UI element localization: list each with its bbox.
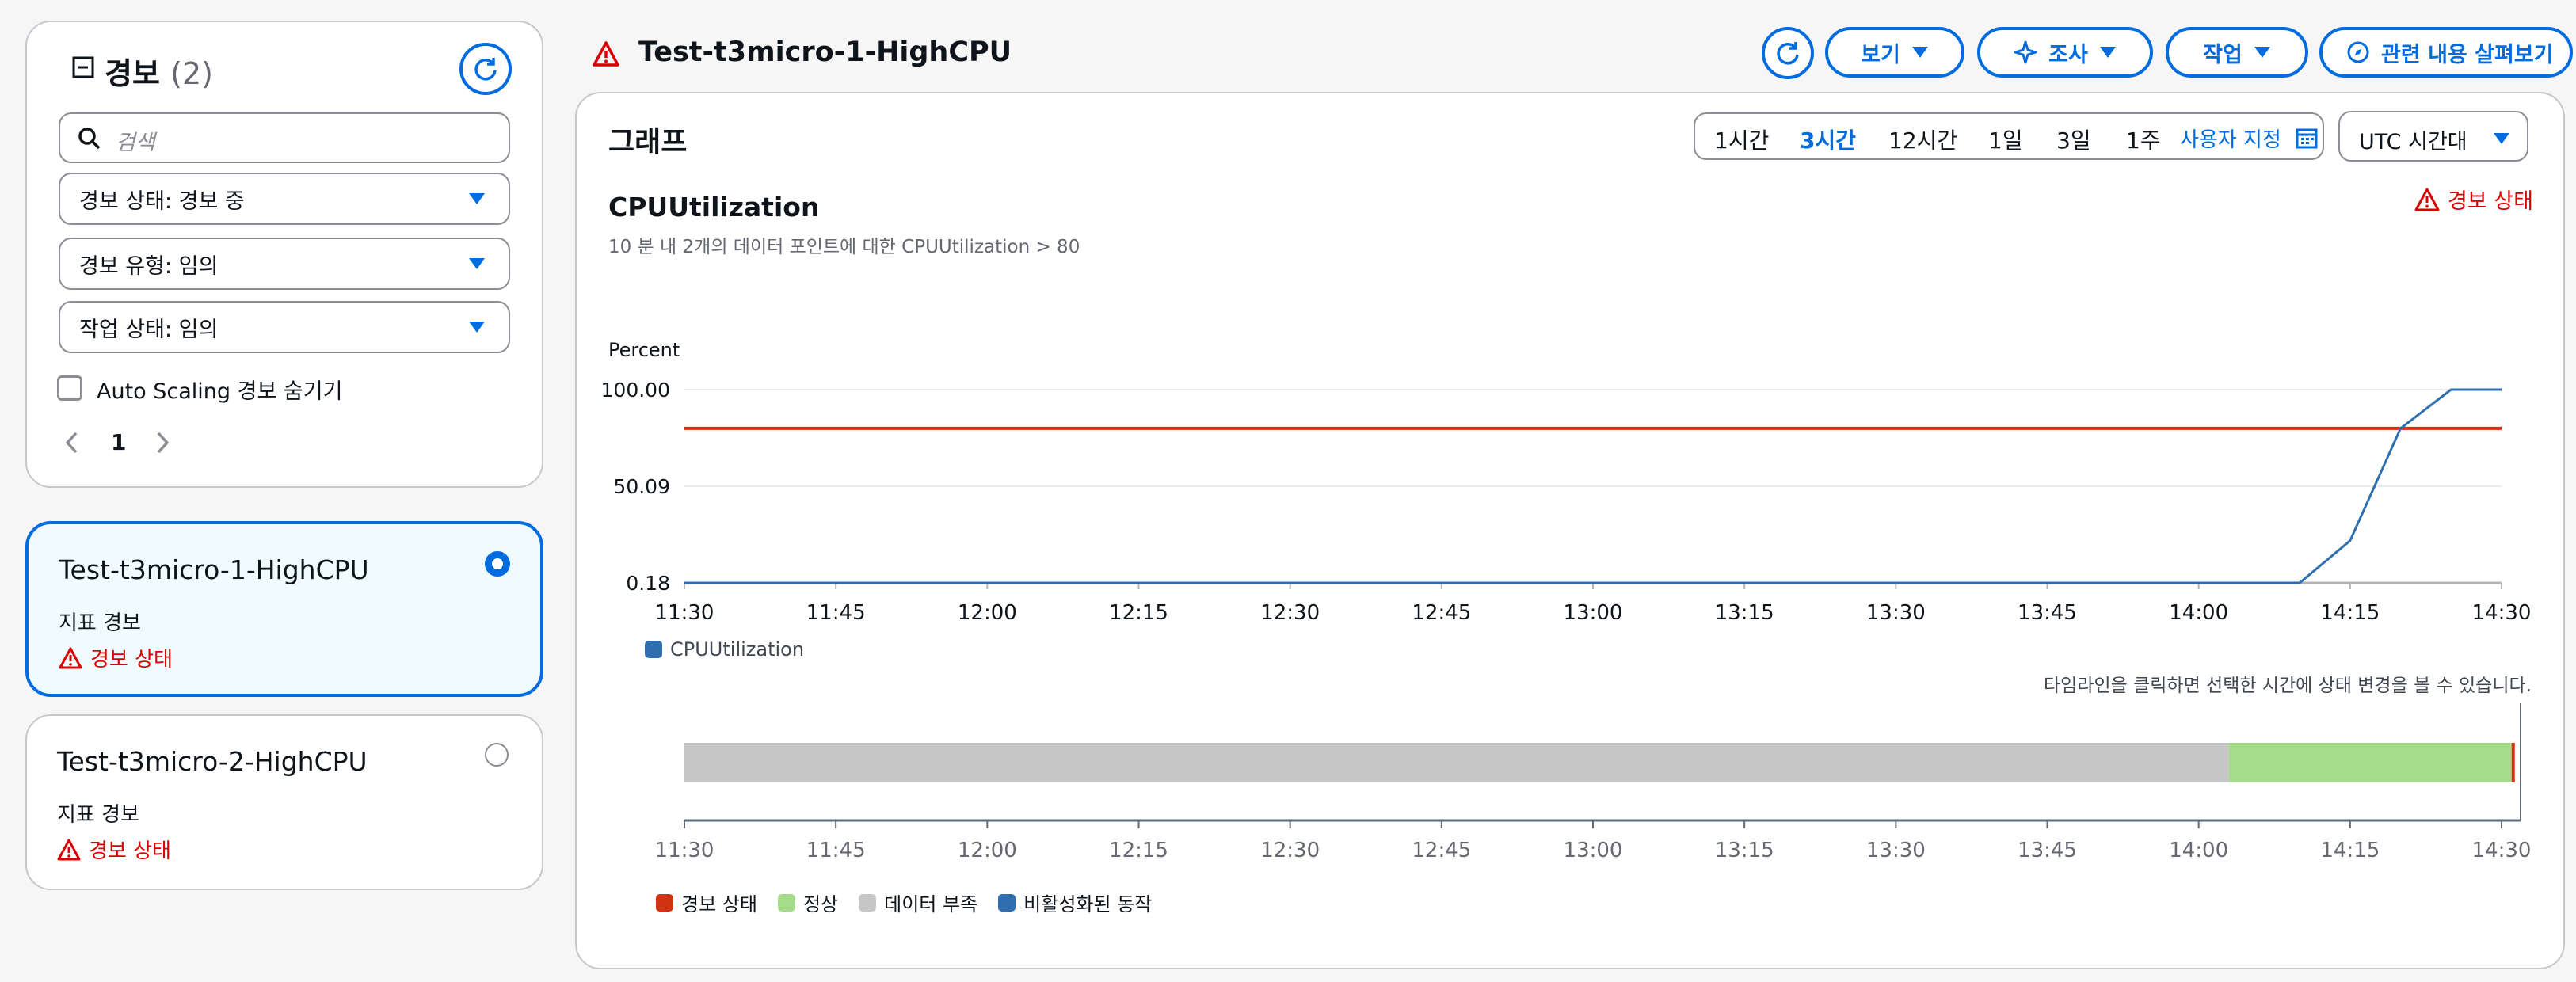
x-tick-label: 13:30	[1866, 601, 1926, 625]
timeline-legend: 경보 상태 정상 데이터 부족 비활성화된 동작	[656, 889, 1152, 916]
x-tick-label: 12:45	[1412, 601, 1471, 625]
timeline-tick-label: 14:15	[2320, 839, 2380, 862]
legend-swatch	[656, 893, 673, 912]
x-tick-label: 13:45	[2018, 601, 2077, 625]
chart-legend[interactable]: CPUUtilization	[645, 638, 804, 660]
timeline-tick-label: 12:45	[1412, 839, 1471, 862]
timeline-tick-label: 12:00	[958, 839, 1017, 862]
x-tick-label: 12:30	[1260, 601, 1320, 625]
cpu-line-chart[interactable]: 11:30 11:45 12:00 12:15 12:30 12:45 13:00 13:15…	[0, 0, 2576, 649]
x-tick-label: 14:00	[2169, 601, 2228, 625]
x-tick-label: 11:30	[655, 601, 714, 625]
x-tick-label: 11:45	[806, 601, 866, 625]
legend-item-disabled[interactable]: 비활성화된 동작	[998, 889, 1152, 916]
timeline-tick-label: 13:15	[1715, 839, 1774, 862]
timeline-tick-label: 12:15	[1109, 839, 1168, 862]
timeline-tick-label: 13:30	[1866, 839, 1926, 862]
x-tick-label: 13:00	[1564, 601, 1623, 625]
timeline-tick-label: 12:30	[1260, 839, 1320, 862]
x-tick-label: 12:00	[958, 601, 1017, 625]
legend-swatch	[645, 641, 662, 658]
legend-item-alarm[interactable]: 경보 상태	[656, 889, 757, 916]
x-tick-label: 12:15	[1109, 601, 1168, 625]
warning-icon	[59, 647, 82, 668]
legend-swatch	[777, 893, 795, 912]
x-tick-label: 14:15	[2320, 601, 2380, 625]
timeline-tick-label: 11:30	[655, 839, 714, 862]
legend-swatch	[859, 893, 877, 912]
timeline-segment	[2228, 743, 2512, 782]
state-timeline[interactable]: 11:30 11:45 12:00 12:15 12:30 12:45 13:00 13:15…	[0, 689, 2576, 863]
legend-item-ok[interactable]: 정상	[777, 889, 838, 916]
x-tick-label: 14:30	[2472, 601, 2532, 625]
legend-item-insufficient[interactable]: 데이터 부족	[859, 889, 977, 916]
timeline-segment	[2511, 743, 2515, 782]
timeline-tick-label: 13:45	[2018, 839, 2077, 862]
timeline-tick-label: 11:45	[806, 839, 866, 862]
timeline-tick-label: 14:30	[2472, 839, 2532, 862]
legend-swatch	[998, 893, 1016, 912]
timeline-tick-label: 14:00	[2169, 839, 2228, 862]
legend-label: CPUUtilization	[670, 638, 805, 660]
x-tick-label: 13:15	[1715, 601, 1774, 625]
timeline-tick-label: 13:00	[1564, 839, 1623, 862]
timeline-segment	[684, 743, 2229, 782]
